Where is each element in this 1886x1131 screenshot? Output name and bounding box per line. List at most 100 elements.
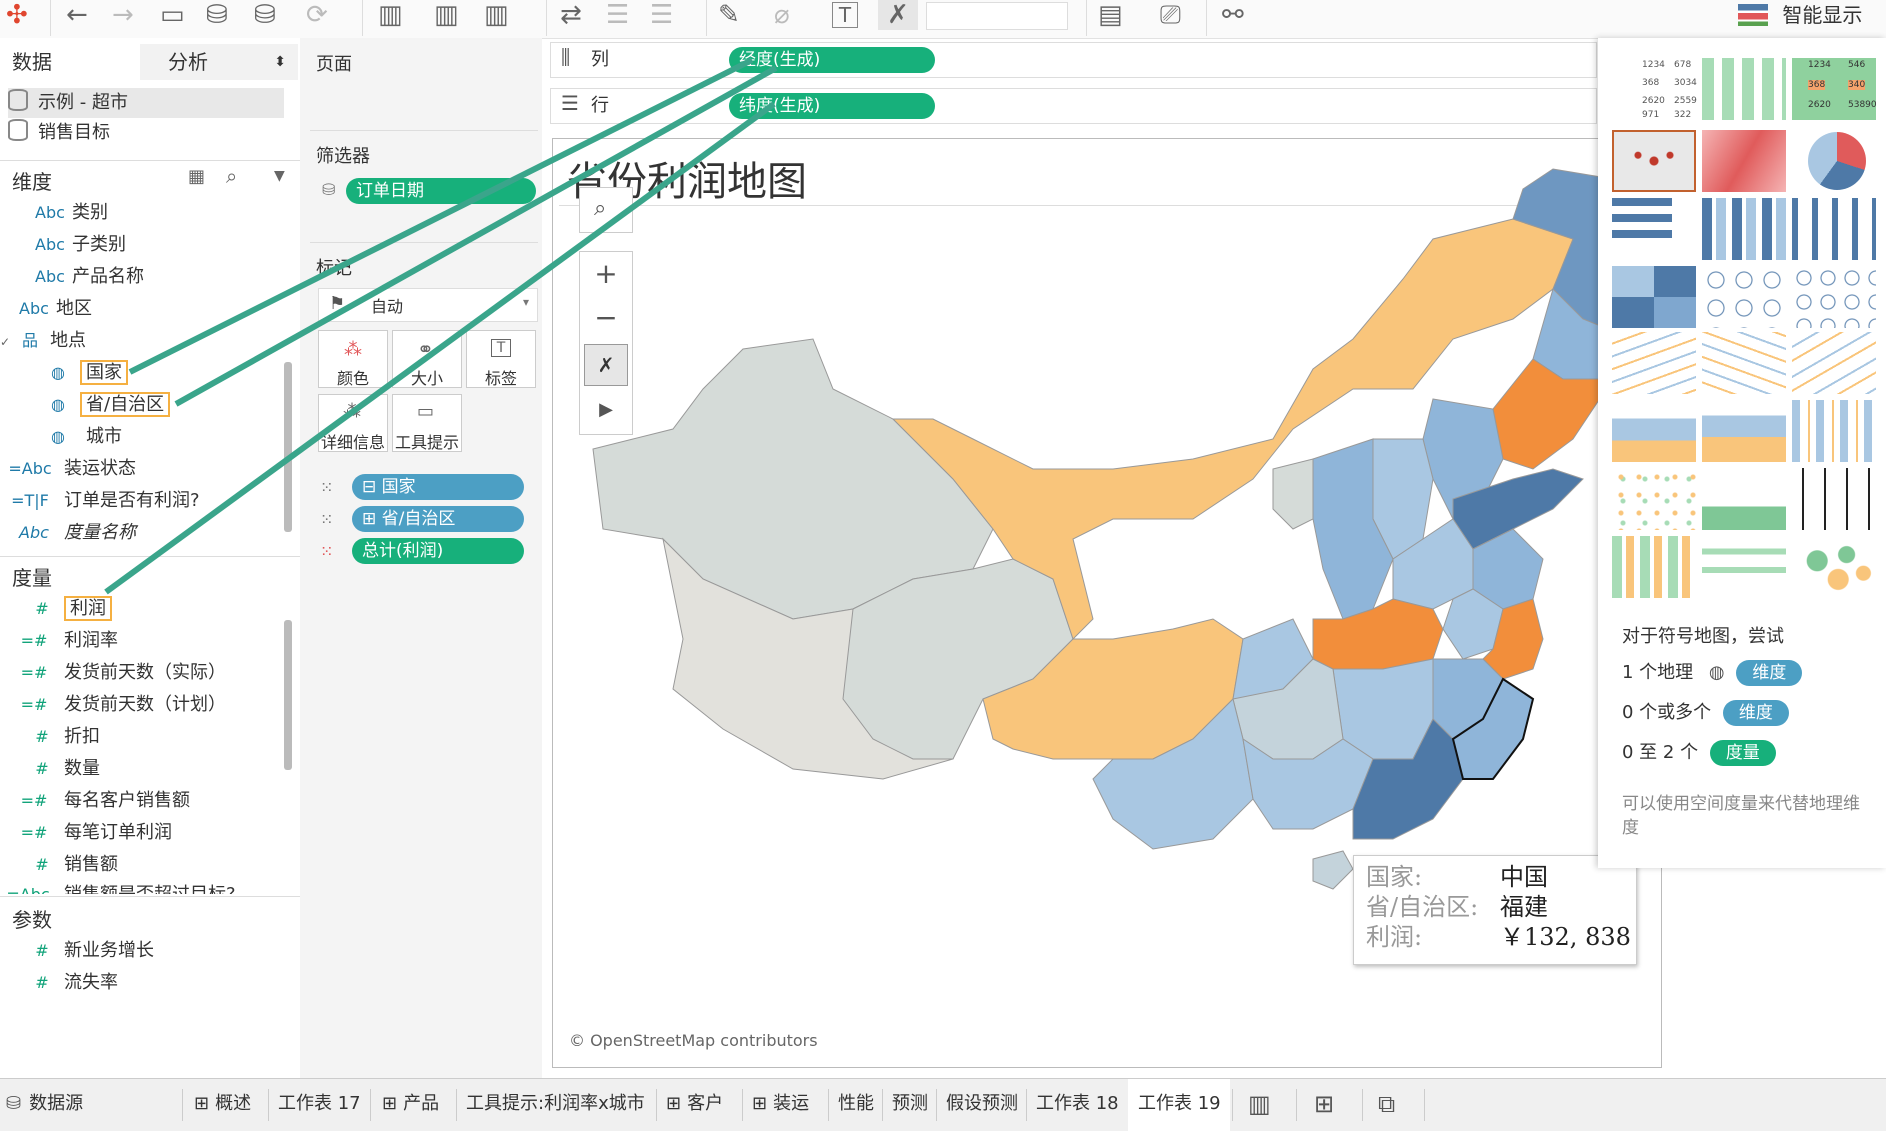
field-country[interactable]: ◍ 国家 [36,358,128,388]
swap-rows-columns-icon[interactable]: ⇄ [560,0,582,30]
tab-what-if-forecast[interactable]: 假设预测 [946,1079,1018,1131]
param-new-business-growth[interactable]: # 新业务增长 [20,936,154,966]
new-story-icon[interactable]: ⧉ [1378,1079,1395,1131]
tab-sheet-17[interactable]: 工作表 17 [278,1079,361,1131]
mark-size-button[interactable]: ⚭ 大小 [392,330,462,388]
tab-forecast[interactable]: 预测 [892,1079,928,1131]
highlight-icon[interactable]: ✎ [718,0,740,30]
mark-pill-sum-profit[interactable]: 总计(利润) [352,538,524,564]
filter-pill-order-date[interactable]: 订单日期 [346,178,536,204]
collapse-icon[interactable]: ✓ [0,335,10,349]
tab-sheet-19[interactable]: 工作表 19 [1128,1079,1230,1131]
tab-sheet-18[interactable]: 工作表 18 [1036,1079,1119,1131]
new-worksheet-icon[interactable]: ▥ [378,0,403,30]
field-measure-names[interactable]: Abc 度量名称 [12,518,136,548]
chart-option-lines-continuous[interactable] [1612,332,1696,394]
chart-option-box-whisker[interactable] [1792,468,1876,530]
chart-option-treemap[interactable] [1612,266,1696,328]
view-as-list-icon[interactable]: ▦ [188,166,205,187]
rows-pill-latitude[interactable]: 纬度(生成) [729,93,935,119]
refresh-icon[interactable]: ⟳ [306,0,328,30]
new-datasource-icon[interactable]: ⛁ [206,0,228,30]
tab-shipping[interactable]: ⊞ 装运 [752,1079,809,1131]
field-sales[interactable]: # 销售额 [20,850,118,880]
province-hubei[interactable] [1312,598,1444,670]
field-discount[interactable]: # 折扣 [20,722,100,752]
pin-icon[interactable]: ✗ [878,0,918,30]
field-location-hierarchy[interactable]: ✓ 品地点 [0,326,86,356]
new-dashboard-icon[interactable]: ⊞ [1314,1079,1334,1131]
field-product-name[interactable]: Abc 产品名称 [28,262,144,292]
tab-overview[interactable]: ⊞ 概述 [194,1079,251,1131]
pin-map-icon[interactable]: ✗ [584,344,628,386]
chart-option-area-continuous[interactable] [1612,400,1696,462]
mark-label-button[interactable]: T 标签 [466,330,536,388]
field-order-profitable[interactable]: =T|F 订单是否有利润? [8,486,199,516]
menu-dropdown-icon[interactable]: ▼ [274,168,285,184]
mark-pill-province[interactable]: ⊞ 省/自治区 [352,506,524,532]
tab-datasource[interactable]: ⛁ 数据源 [0,1079,182,1131]
mark-color-button[interactable]: ⁂ 颜色 [318,330,388,388]
field-quantity[interactable]: # 数量 [20,754,100,784]
mark-pill-country[interactable]: ⊟ 国家 [352,474,524,500]
show-mark-labels-icon[interactable]: T [832,2,858,28]
presentation-mode-icon[interactable]: ⎚ [1160,0,1181,30]
marks-card[interactable]: 标记 ⚑ 自动 ▾ ⁂ 颜色 ⚭ 大小 T 标签 ⁂ 详细信息 ▭ 工具提示 ⁙… [310,244,538,614]
field-ship-status[interactable]: =Abc 装运状态 [8,454,136,484]
field-city[interactable]: ◍ 城市 [36,422,122,452]
filters-card[interactable]: 筛选器 ⛁ 订单日期 [310,132,538,242]
undo-icon[interactable]: ← [66,0,88,30]
tab-performance[interactable]: 性能 [838,1079,874,1131]
chart-option-gantt[interactable] [1612,536,1696,598]
chart-option-heat-map[interactable] [1702,58,1786,120]
zoom-out-icon[interactable]: − [580,296,632,340]
new-worksheet-icon[interactable]: ▥ [1248,1079,1271,1131]
chart-option-text-table[interactable]: 1234 678 368 3034 2620 2559 971 322 [1612,58,1697,120]
field-sales-per-customer[interactable]: =# 每名客户销售额 [12,786,190,816]
province-hainan[interactable] [1312,850,1354,890]
chart-option-dual-combination[interactable] [1792,400,1876,462]
chart-option-highlight-table[interactable]: 1234 546 368 340 2620 53890 [1792,58,1877,120]
field-subcategory[interactable]: Abc 子类别 [28,230,126,260]
chart-option-scatter[interactable] [1612,468,1696,530]
chart-option-lines-discrete[interactable] [1702,332,1786,394]
fit-dropdown[interactable] [926,2,1068,30]
chart-option-horizontal-bars[interactable] [1612,198,1696,260]
clear-sheet-icon[interactable]: ▥ [484,0,509,30]
chart-option-side-by-side-bars[interactable] [1792,198,1876,260]
pause-updates-icon[interactable]: ⛁ [254,0,276,30]
field-category[interactable]: Abc 类别 [28,198,108,228]
tab-analysis[interactable]: 分析 ⬍ [140,44,298,80]
mark-type-dropdown[interactable]: ⚑ 自动 ▾ [318,288,538,322]
tab-tooltip-profit-rate[interactable]: 工具提示:利润率x城市 [466,1079,645,1131]
chart-option-stacked-bars[interactable] [1702,198,1786,260]
chart-option-pie[interactable] [1792,130,1876,192]
chart-option-histogram[interactable] [1702,468,1786,530]
sort-descending-icon[interactable]: ☰ [650,0,673,30]
chart-option-circle-views[interactable] [1702,266,1786,328]
tab-product[interactable]: ⊞ 产品 [382,1079,439,1131]
sort-ascending-icon[interactable]: ☰ [606,0,629,30]
pages-card[interactable]: 页面 [310,42,538,82]
field-profit-rate[interactable]: =# 利润率 [12,626,118,656]
field-province[interactable]: ◍ 省/自治区 [36,390,171,420]
expand-toolbar-icon[interactable]: ▶ [580,388,632,432]
columns-pill-longitude[interactable]: 经度(生成) [729,47,935,73]
chart-option-bullet[interactable] [1702,536,1786,598]
redo-icon[interactable]: → [112,0,134,30]
tab-data[interactable]: 数据 [0,44,142,82]
measures-scrollbar[interactable] [284,620,292,770]
chart-option-dual-lines[interactable] [1792,332,1876,394]
param-churn-rate[interactable]: # 流失率 [20,968,118,998]
datasource-superstore[interactable]: 示例 - 超市 [8,88,284,118]
datasource-sales-target[interactable]: 销售目标 [8,118,110,148]
field-profit[interactable]: # 利润 [20,594,112,624]
chart-option-side-by-side-circles[interactable] [1792,266,1876,328]
share-icon[interactable]: ⚯ [1222,0,1244,30]
save-icon[interactable]: ▭ [160,0,185,30]
duplicate-sheet-icon[interactable]: ▥ [434,0,459,30]
chart-option-area-discrete[interactable] [1702,400,1786,462]
mark-tooltip-button[interactable]: ▭ 工具提示 [392,394,462,452]
chart-option-symbol-map[interactable] [1612,130,1696,192]
field-days-planned[interactable]: =# 发货前天数（计划） [12,690,226,720]
